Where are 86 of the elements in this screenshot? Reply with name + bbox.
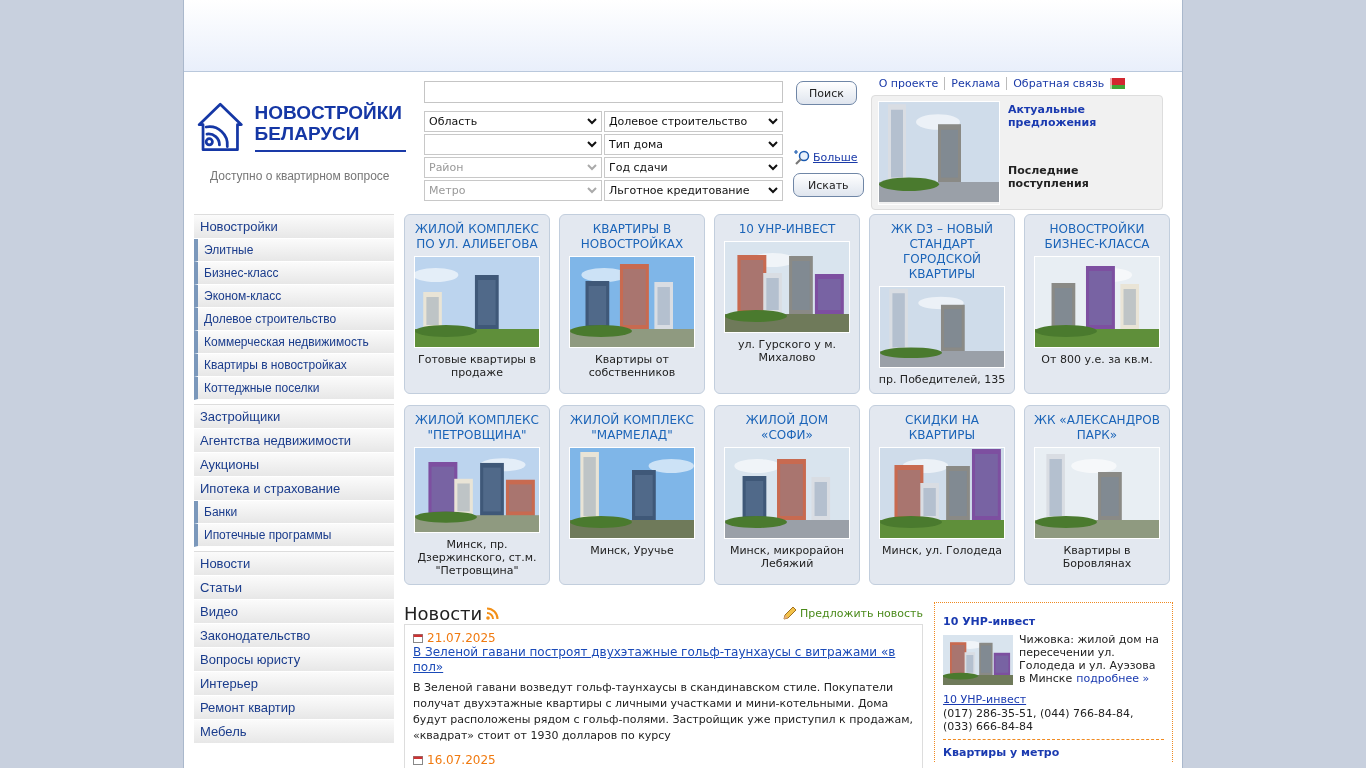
card-title[interactable]: ЖК D3 – НОВЫЙ СТАНДАРТ ГОРОДСКОЙ КВАРТИРЫ <box>874 222 1010 282</box>
menu-item[interactable]: Новостройки <box>194 215 394 239</box>
card-caption: ул. Гурского у м. Михалово <box>737 338 837 364</box>
select-field[interactable]: Область <box>424 111 602 132</box>
card-title[interactable]: ЖК «АЛЕКСАНДРОВ ПАРК» <box>1029 413 1165 443</box>
zoom-in-icon <box>793 149 811 165</box>
submenu-item[interactable]: Ипотечные программы <box>194 524 394 547</box>
top-link[interactable]: О проекте <box>878 76 939 90</box>
menu-item[interactable]: Статьи <box>194 576 394 600</box>
panel-text: Чижовка: жилой дом на пересечении ул. Голодеда и ул. Ауэзова в Минске подробнее » <box>1019 633 1160 685</box>
pencil-icon <box>782 605 798 621</box>
submenu-item[interactable]: Коттеджные поселки <box>194 377 394 400</box>
more-link[interactable]: Больше <box>813 150 858 164</box>
card-caption: Квартиры в Боровлянах <box>1061 544 1133 570</box>
find-button[interactable]: Искать <box>793 173 864 197</box>
news-date: 21.07.2025 <box>427 631 496 645</box>
menu-item[interactable]: Интерьер <box>194 672 394 696</box>
card-caption: От 800 у.е. за кв.м. <box>1041 353 1153 366</box>
menu-item[interactable]: Ипотека и страхование <box>194 477 394 501</box>
select-field[interactable]: Льготное кредитование <box>604 180 783 201</box>
card-caption: Минск, микрорайон Лебяжий <box>728 544 846 570</box>
submenu-item[interactable]: Коммерческая недвижимость <box>194 331 394 354</box>
suggest-news-link[interactable]: Предложить новость <box>800 606 923 620</box>
card-caption: Готовые квартиры в продаже <box>416 353 538 379</box>
menu-item[interactable]: Видео <box>194 600 394 624</box>
select-field[interactable]: Год сдачи <box>604 157 783 178</box>
menu-item[interactable]: Законодательство <box>194 624 394 648</box>
chevron-icon <box>587 118 597 125</box>
calendar-icon <box>413 755 423 765</box>
chevron-icon <box>768 164 778 171</box>
card-caption: Минск, ул. Голодеда <box>882 544 1002 557</box>
menu-item[interactable]: Ремонт квартир <box>194 696 394 720</box>
card-caption: Квартиры от собственников <box>587 353 677 379</box>
select-field[interactable]: Тип дома <box>604 134 783 155</box>
menu-item[interactable]: Вопросы юристу <box>194 648 394 672</box>
card-title[interactable]: ЖИЛОЙ ДОМ «СОФИ» <box>719 413 855 443</box>
rss-icon[interactable] <box>486 606 500 620</box>
search-button[interactable]: Поиск <box>796 81 857 105</box>
menu-item[interactable]: Мебель <box>194 720 394 744</box>
promo-link[interactable]: Актуальные предложения <box>1008 103 1156 129</box>
tagline: Доступно о квартирном вопросе <box>210 169 391 183</box>
company-link[interactable]: 10 УНР-инвест <box>943 693 1027 706</box>
search-field[interactable] <box>424 81 783 103</box>
menu-item[interactable]: Новости <box>194 552 394 576</box>
chevron-icon <box>768 141 778 148</box>
menu-item[interactable]: Аукционы <box>194 453 394 477</box>
panel-title[interactable]: Квартиры у метро <box>943 739 1164 759</box>
submenu-item[interactable]: Элитные <box>194 239 394 262</box>
submenu-item[interactable]: Долевое строительство <box>194 308 394 331</box>
more-details-link[interactable]: подробнее » <box>1076 672 1150 685</box>
news-date: 16.07.2025 <box>427 753 496 767</box>
card-title[interactable]: КВАРТИРЫ В НОВОСТРОЙКАХ <box>564 222 700 252</box>
news-title-link[interactable]: В Зеленой гавани построят двухэтажные гольф-таунхаусы с витражами «в пол» <box>413 645 914 675</box>
chevron-icon <box>587 141 597 148</box>
card-caption: Минск, Уручье <box>590 544 674 557</box>
chevron-icon <box>768 118 778 125</box>
card-caption: Минск, пр. Дзержинского, ст.м. "Петровщина" <box>416 538 538 577</box>
menu-item[interactable]: Агентства недвижимости <box>194 429 394 453</box>
panel-title[interactable]: 10 УНР-инвест <box>943 615 1164 628</box>
submenu-item[interactable]: Квартиры в новостройках <box>194 354 394 377</box>
select-field[interactable]: Долевое строительство <box>604 111 783 132</box>
calendar-icon <box>413 633 423 643</box>
flag-icon[interactable] <box>1110 77 1126 89</box>
card-title[interactable]: СКИДКИ НА КВАРТИРЫ <box>874 413 1010 443</box>
chevron-icon <box>768 187 778 194</box>
logo-title: НОВОСТРОЙКИ <box>254 102 402 123</box>
card-title[interactable]: НОВОСТРОЙКИ БИЗНЕС-КЛАССА <box>1029 222 1165 252</box>
news-summary: В Зеленой гавани возведут гольф-таунхаусы в скандинавском стиле. Покупатели получат двухэтажные квартиры с личными участками и мини-котельными. Дома будут расположены рядом с гольф-полями. Застройщик уже приступил к продажам, «квадрат» стоит от 1930 долларов по курсу <box>413 680 914 744</box>
top-link[interactable]: Реклама <box>944 76 1001 90</box>
submenu-item[interactable]: Банки <box>194 501 394 524</box>
card-caption: пр. Победителей, 135 <box>878 373 1006 386</box>
chevron-icon <box>587 187 597 194</box>
submenu-item[interactable]: Эконом-класс <box>194 285 394 308</box>
menu-item[interactable]: Застройщики <box>194 405 394 429</box>
select-field[interactable] <box>424 134 602 155</box>
promo-heading: Последние поступления <box>1008 164 1090 190</box>
chevron-icon <box>587 164 597 171</box>
logo-title: БЕЛАРУСИ <box>254 123 361 144</box>
top-link[interactable]: Обратная связь <box>1006 76 1105 90</box>
section-title: Новости <box>404 602 483 624</box>
submenu-item[interactable]: Бизнес-класс <box>194 262 394 285</box>
phone-numbers: (017) 286-35-51, (044) 766-84-84, (033) 666-84-84 <box>943 707 1135 733</box>
card-title[interactable]: ЖИЛОЙ КОМПЛЕКС "ПЕТРОВЩИНА" <box>409 413 545 443</box>
card-title[interactable]: 10 УНР-ИНВЕСТ <box>738 222 836 237</box>
card-title[interactable]: ЖИЛОЙ КОМПЛЕКС ПО УЛ. АЛИБЕГОВА <box>409 222 545 252</box>
card-title[interactable]: ЖИЛОЙ КОМПЛЕКС "МАРМЕЛАД" <box>564 413 700 443</box>
